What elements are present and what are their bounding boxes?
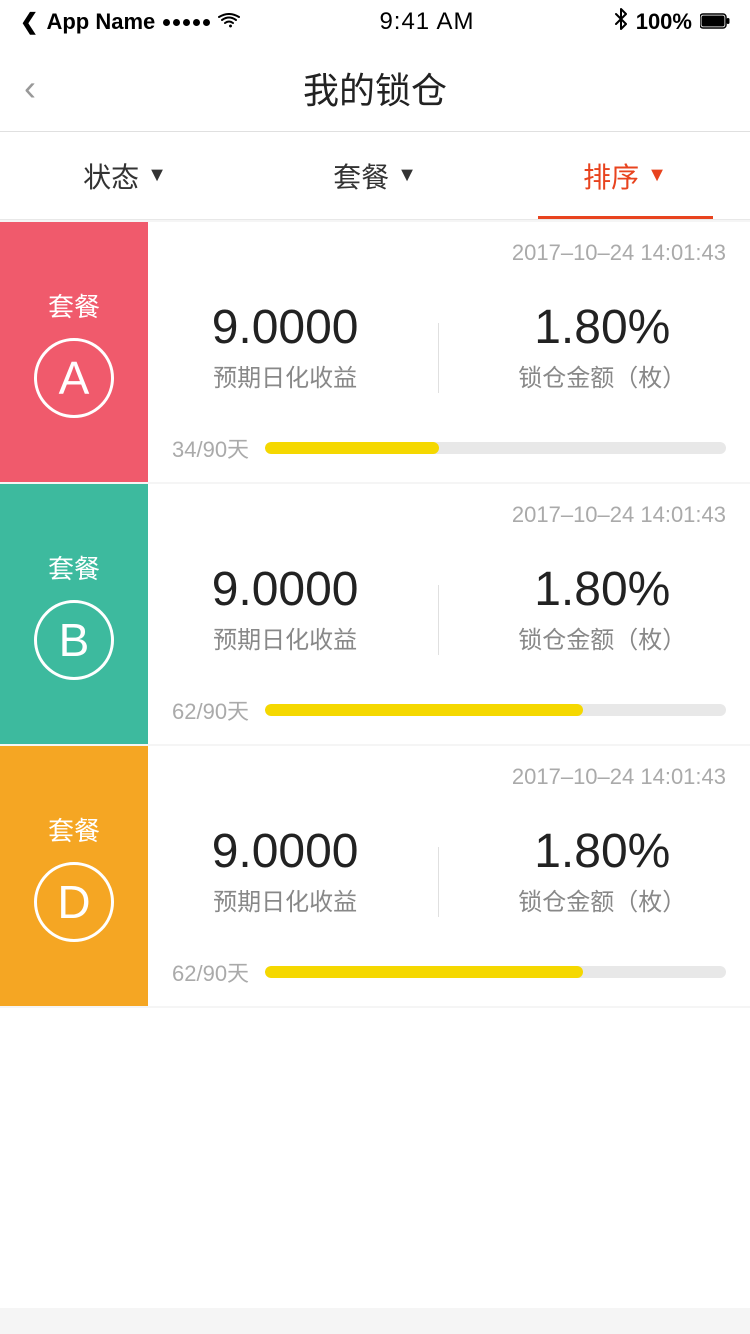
stat-value-2: 1.80% xyxy=(534,566,670,614)
progress-label: 34/90天 xyxy=(172,432,249,464)
stat-value-2: 1.80% xyxy=(534,304,670,352)
filter-sort-label: 排序 xyxy=(583,156,639,196)
stat-label-1: 预期日化收益 xyxy=(213,620,357,655)
progress-track xyxy=(265,704,726,716)
stat-value-2: 1.80% xyxy=(534,828,670,876)
nav-title: 我的锁仓 xyxy=(303,62,447,114)
battery-icon xyxy=(700,9,730,35)
card-package-letter: D xyxy=(57,875,90,929)
card-package-label: 套餐 xyxy=(48,811,100,848)
card-timestamp: 2017–10–24 14:01:43 xyxy=(172,502,726,528)
stat-block-percent: 1.80% 锁仓金额（枚） xyxy=(518,828,686,917)
card-left-panel: 套餐 B xyxy=(0,484,148,744)
card-package-circle: D xyxy=(34,862,114,942)
bluetooth-icon xyxy=(614,8,628,36)
card-item[interactable]: 套餐 B 2017–10–24 14:01:43 9.0000 预期日化收益 1… xyxy=(0,484,750,744)
stat-value-1: 9.0000 xyxy=(212,566,359,614)
nav-bar: ‹ 我的锁仓 xyxy=(0,44,750,132)
signal-dots xyxy=(163,19,210,26)
filter-package-label: 套餐 xyxy=(333,156,389,196)
card-package-label: 套餐 xyxy=(48,287,100,324)
card-item[interactable]: 套餐 A 2017–10–24 14:01:43 9.0000 预期日化收益 1… xyxy=(0,222,750,482)
progress-fill xyxy=(265,442,439,454)
progress-label: 62/90天 xyxy=(172,694,249,726)
card-stats: 9.0000 预期日化收益 1.80% 锁仓金额（枚） xyxy=(172,304,726,393)
card-stats: 9.0000 预期日化收益 1.80% 锁仓金额（枚） xyxy=(172,828,726,917)
status-bar: ❮ App Name 9:41 AM 100% xyxy=(0,0,750,44)
status-left: ❮ App Name xyxy=(20,9,240,35)
card-divider xyxy=(438,585,439,655)
filter-status-arrow-icon: ▼ xyxy=(147,164,167,187)
card-package-label: 套餐 xyxy=(48,549,100,586)
card-timestamp: 2017–10–24 14:01:43 xyxy=(172,764,726,790)
card-stats: 9.0000 预期日化收益 1.80% 锁仓金额（枚） xyxy=(172,566,726,655)
filter-status-label: 状态 xyxy=(83,156,139,196)
stat-value-1: 9.0000 xyxy=(212,828,359,876)
card-progress-row: 62/90天 xyxy=(172,694,726,726)
bottom-area xyxy=(0,1008,750,1308)
stat-label-2: 锁仓金额（枚） xyxy=(518,358,686,393)
progress-track xyxy=(265,966,726,978)
battery-percentage: 100% xyxy=(636,9,692,35)
stat-label-2: 锁仓金额（枚） xyxy=(518,882,686,917)
card-package-circle: B xyxy=(34,600,114,680)
stat-label-1: 预期日化收益 xyxy=(213,882,357,917)
card-right-panel: 2017–10–24 14:01:43 9.0000 预期日化收益 1.80% … xyxy=(148,222,750,482)
card-package-letter: B xyxy=(59,613,90,667)
nav-back-button[interactable]: ‹ xyxy=(24,67,36,109)
wifi-icon xyxy=(218,9,240,35)
card-item[interactable]: 套餐 D 2017–10–24 14:01:43 9.0000 预期日化收益 1… xyxy=(0,746,750,1006)
card-progress-row: 34/90天 xyxy=(172,432,726,464)
back-chevron-icon: ❮ xyxy=(20,9,38,35)
card-progress-row: 62/90天 xyxy=(172,956,726,988)
card-left-panel: 套餐 D xyxy=(0,746,148,1006)
card-left-panel: 套餐 A xyxy=(0,222,148,482)
stat-block-percent: 1.80% 锁仓金额（枚） xyxy=(518,566,686,655)
card-timestamp: 2017–10–24 14:01:43 xyxy=(172,240,726,266)
progress-label: 62/90天 xyxy=(172,956,249,988)
stat-block-value: 9.0000 预期日化收益 xyxy=(212,828,359,917)
stat-block-percent: 1.80% 锁仓金额（枚） xyxy=(518,304,686,393)
filter-sort[interactable]: 排序 ▼ xyxy=(500,132,750,219)
card-right-panel: 2017–10–24 14:01:43 9.0000 预期日化收益 1.80% … xyxy=(148,746,750,1006)
filter-status[interactable]: 状态 ▼ xyxy=(0,132,250,219)
filter-bar: 状态 ▼ 套餐 ▼ 排序 ▼ xyxy=(0,132,750,220)
card-right-panel: 2017–10–24 14:01:43 9.0000 预期日化收益 1.80% … xyxy=(148,484,750,744)
card-divider xyxy=(438,323,439,393)
filter-sort-arrow-icon: ▼ xyxy=(647,164,667,187)
card-divider xyxy=(438,847,439,917)
stat-block-value: 9.0000 预期日化收益 xyxy=(212,304,359,393)
filter-package-arrow-icon: ▼ xyxy=(397,164,417,187)
progress-track xyxy=(265,442,726,454)
status-right: 100% xyxy=(614,8,730,36)
card-package-circle: A xyxy=(34,338,114,418)
app-name: App Name xyxy=(46,9,155,35)
stat-label-1: 预期日化收益 xyxy=(213,358,357,393)
stat-label-2: 锁仓金额（枚） xyxy=(518,620,686,655)
card-list: 套餐 A 2017–10–24 14:01:43 9.0000 预期日化收益 1… xyxy=(0,222,750,1006)
stat-block-value: 9.0000 预期日化收益 xyxy=(212,566,359,655)
stat-value-1: 9.0000 xyxy=(212,304,359,352)
progress-fill xyxy=(265,966,583,978)
card-package-letter: A xyxy=(59,351,90,405)
filter-package[interactable]: 套餐 ▼ xyxy=(250,132,500,219)
progress-fill xyxy=(265,704,583,716)
status-time: 9:41 AM xyxy=(379,8,474,36)
